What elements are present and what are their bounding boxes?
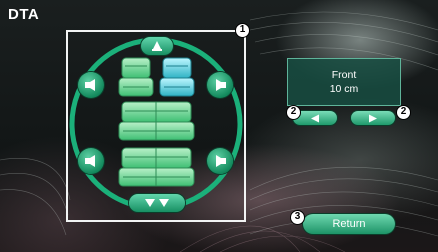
front-seat-button[interactable]: [141, 37, 173, 55]
speaker-left-icon: [85, 155, 95, 167]
position-label: Front: [331, 69, 357, 81]
dta-screen: DTA 1 Front 10 cm 2 2 Return 3: [0, 0, 438, 252]
speaker-left-icon: [85, 79, 95, 91]
speaker-right-icon: [216, 79, 226, 91]
arrow-right-icon: [369, 114, 377, 123]
callout-2-right: 2: [396, 105, 411, 120]
arrow-left-icon: [311, 114, 319, 123]
front-left-speaker-button[interactable]: [78, 72, 104, 98]
speaker-right-icon: [216, 155, 226, 167]
position-display: Front 10 cm: [287, 58, 401, 106]
increase-button[interactable]: [351, 111, 395, 125]
distance-value: 10 cm: [329, 83, 359, 95]
callout-1: 1: [235, 23, 250, 38]
seat-up-icon: [152, 41, 162, 51]
callout-3: 3: [290, 210, 305, 225]
return-button[interactable]: Return: [303, 214, 395, 234]
rear-right-speaker-button[interactable]: [207, 148, 233, 174]
rear-left-speaker-button[interactable]: [78, 148, 104, 174]
callout-2-left: 2: [286, 105, 301, 120]
front-right-speaker-button[interactable]: [207, 72, 233, 98]
rear-seat-button[interactable]: [129, 194, 185, 212]
seat-down-icon: [145, 199, 169, 207]
